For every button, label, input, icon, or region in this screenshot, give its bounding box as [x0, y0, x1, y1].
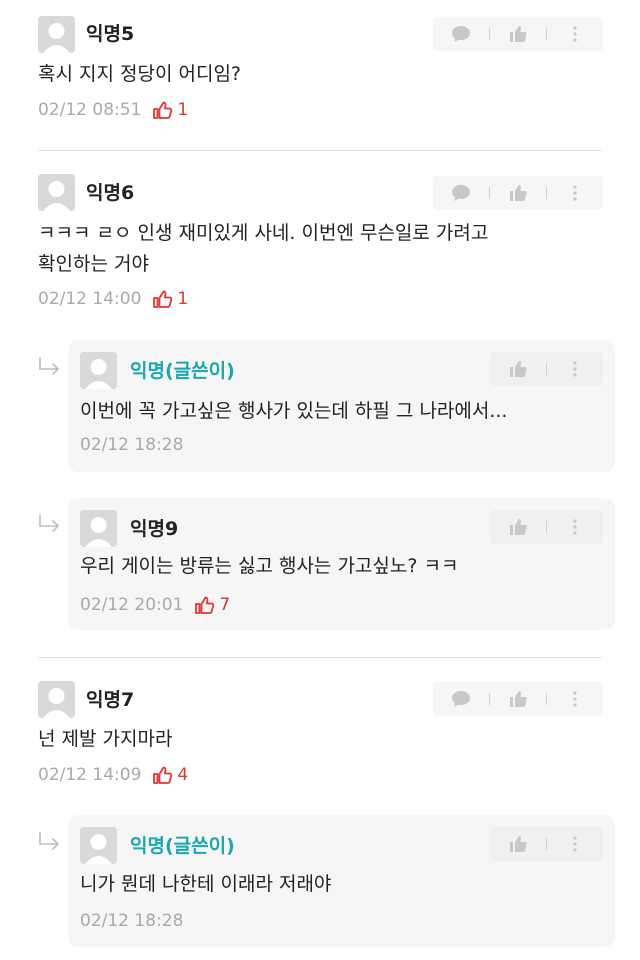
reply: 익명(글쓴이) 니가 뭔데 나한테 이래라 저래야 02/12 18:28 — [68, 815, 615, 947]
thumbs-up-icon[interactable] — [506, 687, 530, 711]
speech-bubble-icon[interactable] — [449, 687, 473, 711]
vertical-dots-icon[interactable] — [563, 22, 587, 46]
comment-meta: 02/12 14:09 4 — [38, 764, 188, 786]
comment-time: 02/12 14:00 — [38, 289, 142, 309]
comment-author[interactable]: 익명6 — [86, 181, 134, 205]
vertical-dots-icon[interactable] — [563, 181, 587, 205]
reply-time: 02/12 18:28 — [80, 911, 184, 931]
thumbs-up-icon[interactable] — [506, 22, 530, 46]
reply-text: 니가 뭔데 나한테 이래라 저래야 — [80, 873, 332, 895]
reply-actions — [490, 827, 603, 861]
reply-actions — [490, 352, 603, 386]
reply-meta: 02/12 20:01 7 — [80, 594, 230, 616]
vertical-dots-icon[interactable] — [563, 515, 587, 539]
thumbs-up-icon[interactable] — [506, 181, 530, 205]
comment-meta: 02/12 14:00 1 — [38, 288, 188, 310]
actions-separator — [489, 187, 490, 199]
thumbs-up-outline-icon — [151, 99, 173, 121]
vote-count: 4 — [177, 765, 189, 785]
default-avatar-icon — [38, 16, 75, 53]
thumbs-up-icon[interactable] — [506, 832, 530, 856]
comment-actions — [433, 176, 603, 210]
reply-meta: 02/12 18:28 — [80, 434, 183, 456]
comment: 익명6 ㅋㅋㅋ ㄹㅇ 인생 재미있게 사네. 이번엔 무슨일로 가려고 확인하는… — [0, 150, 640, 320]
comment-actions — [433, 17, 603, 51]
reply-actions — [490, 510, 603, 544]
comment-meta: 02/12 08:51 1 — [38, 99, 188, 121]
reply-arrow-icon — [38, 831, 62, 853]
comment: 익명7 넌 제발 가지마라 02/12 14:09 4 — [0, 657, 640, 797]
vertical-dots-icon[interactable] — [563, 357, 587, 381]
thumbs-up-outline-icon — [151, 288, 173, 310]
comment-text-line: ㅋㅋㅋ ㄹㅇ 인생 재미있게 사네. 이번엔 무슨일로 가려고 — [38, 222, 489, 244]
comment-time: 02/12 14:09 — [38, 765, 142, 785]
thumbs-up-icon[interactable] — [506, 357, 530, 381]
actions-separator — [546, 838, 547, 850]
reply-text: 우리 게이는 방류는 싫고 행사는 가고싶노? ㅋㅋ — [80, 555, 459, 577]
op-author[interactable]: 익명(글쓴이) — [130, 359, 235, 383]
actions-separator — [546, 28, 547, 40]
actions-separator — [489, 693, 490, 705]
reply: 익명(글쓴이) 이번에 꼭 가고싶은 행사가 있는데 하필 그 나라에서... … — [68, 340, 615, 472]
reply-arrow-icon — [38, 356, 62, 378]
comment: 익명5 혹시 지지 정당이 어디임? 02/12 08:51 1 — [0, 0, 640, 150]
vertical-dots-icon[interactable] — [563, 687, 587, 711]
actions-separator — [546, 693, 547, 705]
default-avatar-icon — [80, 352, 117, 389]
thumbs-up-icon[interactable] — [506, 515, 530, 539]
default-avatar-icon — [80, 510, 117, 547]
comment-text: 넌 제발 가지마라 — [38, 728, 173, 750]
actions-separator — [546, 363, 547, 375]
comment-author[interactable]: 익명7 — [86, 688, 134, 712]
reply-arrow-icon — [38, 513, 62, 535]
reply: 익명9 우리 게이는 방류는 싫고 행사는 가고싶노? ㅋㅋ 02/12 20:… — [68, 498, 615, 630]
comment-time: 02/12 08:51 — [38, 100, 142, 120]
vote-count: 1 — [177, 100, 189, 120]
vertical-dots-icon[interactable] — [563, 832, 587, 856]
thumbs-up-outline-icon — [151, 764, 173, 786]
reply-meta: 02/12 18:28 — [80, 910, 183, 932]
speech-bubble-icon[interactable] — [449, 22, 473, 46]
comment-actions — [433, 682, 603, 716]
default-avatar-icon — [38, 174, 75, 211]
vote-count: 7 — [219, 595, 231, 615]
actions-separator — [546, 187, 547, 199]
speech-bubble-icon[interactable] — [449, 181, 473, 205]
reply-author[interactable]: 익명9 — [130, 517, 178, 541]
comment-text-line: 확인하는 거야 — [38, 253, 149, 275]
thumbs-up-outline-icon — [193, 594, 215, 616]
reply-time: 02/12 20:01 — [80, 595, 184, 615]
reply-text: 이번에 꼭 가고싶은 행사가 있는데 하필 그 나라에서... — [80, 400, 508, 422]
default-avatar-icon — [80, 827, 117, 864]
comment-author[interactable]: 익명5 — [86, 22, 134, 46]
vote-count: 1 — [177, 289, 189, 309]
default-avatar-icon — [38, 681, 75, 718]
reply-time: 02/12 18:28 — [80, 435, 184, 455]
op-author[interactable]: 익명(글쓴이) — [130, 834, 235, 858]
actions-separator — [489, 28, 490, 40]
comment-text: 혹시 지지 정당이 어디임? — [38, 63, 242, 85]
actions-separator — [546, 521, 547, 533]
